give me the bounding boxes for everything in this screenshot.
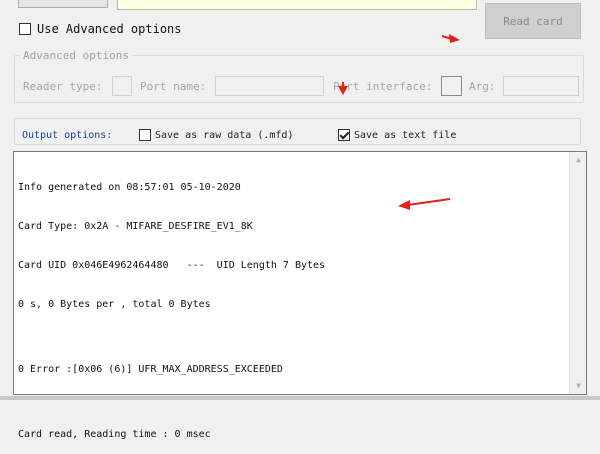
annotation-arrows: [338, 34, 460, 210]
annotation-arrow-read-card: [441, 34, 460, 43]
annotation-arrow-output: [398, 198, 451, 210]
annotation-arrow-save-text: [338, 82, 348, 95]
output-line: Card read, Reading time : 0 msec: [18, 429, 211, 440]
